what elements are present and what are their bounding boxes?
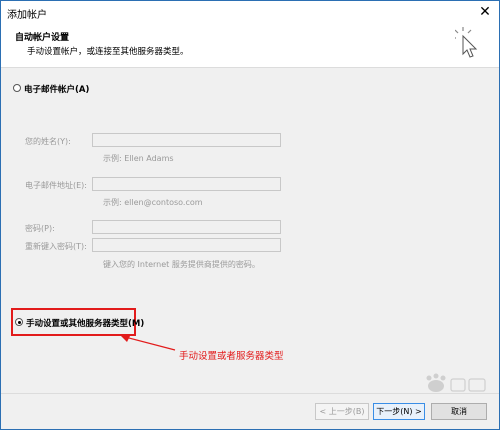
email-hint: 示例: ellen@contoso.com bbox=[103, 198, 203, 207]
header-title: 自动帐户设置 bbox=[15, 33, 70, 43]
window-title: 添加帐户 bbox=[7, 10, 47, 21]
close-icon[interactable]: ✕ bbox=[477, 4, 493, 20]
password-label: 密码(P): bbox=[25, 224, 55, 233]
name-label: 您的姓名(Y): bbox=[25, 137, 71, 146]
next-button[interactable]: 下一步(N) > bbox=[373, 403, 425, 420]
email-account-label: 电子邮件帐户(A) bbox=[24, 85, 90, 95]
name-field[interactable] bbox=[92, 133, 281, 147]
retype-password-label: 重新键入密码(T): bbox=[25, 242, 87, 251]
password-hint: 键入您的 Internet 服务提供商提供的密码。 bbox=[103, 260, 260, 269]
cancel-button[interactable]: 取消 bbox=[431, 403, 487, 420]
manual-setup-label: 手动设置或其他服务器类型(M) bbox=[26, 319, 145, 329]
email-field[interactable] bbox=[92, 177, 281, 191]
retype-password-field[interactable] bbox=[92, 238, 281, 252]
password-field[interactable] bbox=[92, 220, 281, 234]
header-subtitle: 手动设置帐户，或连接至其他服务器类型。 bbox=[27, 47, 189, 57]
cursor-click-icon bbox=[455, 27, 478, 58]
add-account-dialog: 添加帐户 ✕ 自动帐户设置 手动设置帐户，或连接至其他服务器类型。 电子邮件帐户… bbox=[0, 0, 500, 430]
email-label: 电子邮件地址(E): bbox=[25, 181, 87, 190]
name-hint: 示例: Ellen Adams bbox=[103, 154, 174, 163]
annotation-text: 手动设置或者服务器类型 bbox=[179, 351, 284, 362]
annotation-arrow bbox=[121, 336, 176, 351]
email-account-radio[interactable] bbox=[13, 84, 21, 92]
back-button[interactable]: < 上一步(B) bbox=[315, 403, 369, 420]
dialog-header: 自动帐户设置 手动设置帐户，或连接至其他服务器类型。 bbox=[1, 23, 499, 68]
title-bar: 添加帐户 ✕ bbox=[1, 1, 499, 23]
watermark-logo bbox=[426, 373, 486, 392]
manual-setup-radio[interactable] bbox=[15, 318, 23, 326]
